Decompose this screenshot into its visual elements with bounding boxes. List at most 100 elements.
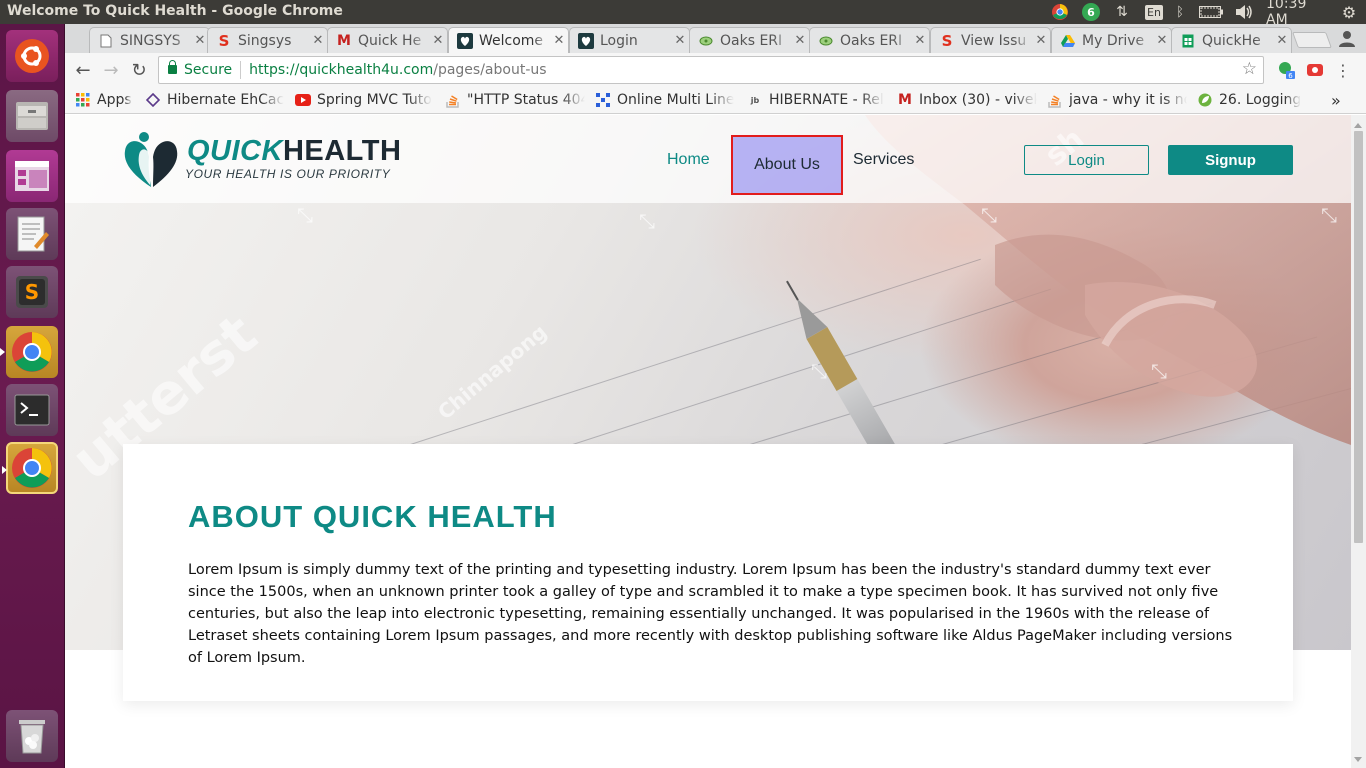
browser-toolbar: ← → ↻ Secure https://quickhealth4u.com /… (65, 53, 1366, 86)
profile-icon[interactable] (1337, 28, 1357, 48)
terminal-icon[interactable] (6, 384, 58, 436)
notification-badge[interactable]: 6 (1081, 2, 1101, 22)
expand-icon: ⤡ (639, 209, 655, 233)
tab-close-icon[interactable]: ✕ (550, 33, 568, 48)
signup-button[interactable]: Signup (1168, 145, 1293, 175)
forward-arrow-icon[interactable]: → (99, 58, 123, 82)
tab-close-icon[interactable]: ✕ (1153, 33, 1171, 48)
bookmark-item[interactable]: jb HIBERNATE - Rel (747, 90, 887, 110)
tab[interactable]: S View Issu ✕ (930, 27, 1051, 53)
logo-quick: QUICK (187, 135, 283, 167)
url-origin: https://quickhealth4u.com (249, 62, 434, 78)
tab-close-icon[interactable]: ✕ (429, 33, 447, 48)
bookmark-item[interactable]: Hibernate EhCac (145, 90, 285, 110)
chrome-tray-icon[interactable] (1049, 2, 1071, 22)
expand-icon: ⤡ (1321, 203, 1337, 227)
record-extension-icon[interactable] (1303, 58, 1327, 82)
tab-close-icon[interactable]: ✕ (911, 33, 929, 48)
expand-icon: ⤡ (297, 203, 313, 227)
quickhealth-icon (578, 32, 594, 49)
nav-home[interactable]: Home (667, 151, 710, 169)
bookmark-item[interactable]: M Inbox (30) - vivek (897, 90, 1037, 110)
tab-close-icon[interactable]: ✕ (1032, 33, 1050, 48)
jboss-icon: jb (750, 95, 760, 105)
quickhealth-logo-icon[interactable] (123, 131, 179, 189)
bookmark-item[interactable]: 26. Logging (1197, 90, 1323, 110)
tab-close-icon[interactable]: ✕ (791, 33, 809, 48)
s-icon: S (941, 31, 953, 50)
secure-label: Secure (184, 62, 233, 78)
tab[interactable]: S Singsys ✕ (207, 27, 328, 53)
reload-icon[interactable]: ↻ (127, 58, 151, 82)
site-header: QUICKHEALTH YOUR HEALTH IS OUR PRIORITY … (65, 115, 1351, 203)
login-button[interactable]: Login (1024, 145, 1149, 175)
keyboard-layout-indicator[interactable]: En (1143, 2, 1165, 22)
scroll-down-arrow-icon[interactable] (1354, 757, 1362, 766)
grid-icon (595, 92, 611, 108)
divider (240, 61, 242, 79)
expand-icon: ⤡ (1151, 359, 1167, 383)
tab-strip: SINGSYS ✕ S Singsys ✕ M Quick He ✕ Welco… (65, 24, 1366, 53)
tab-active[interactable]: Welcome ✕ (448, 27, 569, 53)
tab[interactable]: M Quick He ✕ (327, 27, 448, 53)
chrome-launcher-icon[interactable] (0, 326, 58, 378)
sublime-text-icon[interactable]: S (6, 266, 58, 318)
page-scrollbar[interactable] (1351, 115, 1366, 768)
bookmark-item[interactable]: Spring MVC Tuto (295, 90, 435, 110)
about-paragraph: Lorem Ipsum is simply dummy text of the … (188, 562, 1233, 666)
bookmarks-overflow-button[interactable]: » (1331, 90, 1347, 110)
battery-icon[interactable] (1197, 2, 1225, 22)
volume-icon[interactable] (1233, 2, 1255, 22)
quickhealth-icon (457, 32, 473, 49)
new-tab-button[interactable] (1292, 32, 1332, 48)
stackoverflow-icon (445, 92, 461, 108)
drive-icon (1060, 33, 1076, 49)
scroll-up-arrow-icon[interactable] (1354, 119, 1362, 128)
tab[interactable]: Oaks ERI ✕ (689, 27, 810, 53)
site-tagline: YOUR HEALTH IS OUR PRIORITY (185, 167, 391, 181)
back-arrow-icon[interactable]: ← (71, 58, 95, 82)
bookmark-item[interactable]: java - why it is no (1047, 90, 1187, 110)
gmail-icon: M (898, 92, 912, 108)
tab[interactable]: Login ✕ (569, 27, 690, 53)
scroll-thumb[interactable] (1354, 131, 1363, 543)
tab[interactable]: QuickHe ✕ (1171, 27, 1292, 53)
tab[interactable]: My Drive ✕ (1051, 27, 1172, 53)
clock[interactable]: 10:39 AM (1266, 0, 1332, 28)
network-arrows-icon[interactable]: ⇅ (1111, 2, 1133, 22)
bookmark-apps[interactable]: Apps (75, 90, 139, 110)
extension-icon[interactable]: 6 (1274, 58, 1298, 82)
files-icon[interactable] (6, 90, 58, 142)
svg-text:6: 6 (1288, 72, 1293, 80)
tab[interactable]: SINGSYS ✕ (89, 27, 210, 53)
top-panel: Welcome To Quick Health - Google Chrome … (0, 0, 1366, 28)
unity-launcher: S (0, 24, 65, 768)
bookmark-item[interactable]: "HTTP Status 404 (445, 90, 585, 110)
nav-services[interactable]: Services (853, 151, 914, 169)
tab-close-icon[interactable]: ✕ (671, 33, 689, 48)
tab-close-icon[interactable]: ✕ (309, 33, 327, 48)
nav-about-us[interactable]: About Us (731, 135, 843, 195)
expand-icon: ⤡ (811, 359, 827, 383)
tab[interactable]: Oaks ERI ✕ (809, 27, 930, 53)
page-viewport: utterst Chinnapong sh QUICKHEALTH YOUR H… (65, 115, 1366, 768)
trash-icon[interactable] (6, 710, 58, 762)
about-section: ABOUT QUICK HEALTH Lorem Ipsum is simply… (123, 444, 1293, 701)
browser-window: SINGSYS ✕ S Singsys ✕ M Quick He ✕ Welco… (65, 24, 1366, 768)
address-bar[interactable]: Secure https://quickhealth4u.com /pages/… (158, 56, 1264, 84)
bookmark-icon (145, 92, 161, 108)
oaks-icon (818, 33, 834, 49)
apps-icon (75, 92, 91, 108)
bookmark-item[interactable]: Online Multi Line (595, 90, 737, 110)
text-editor-icon[interactable] (6, 208, 58, 260)
site-logo-text[interactable]: QUICKHEALTH (187, 135, 401, 168)
ubuntu-dash-icon[interactable] (6, 30, 58, 82)
settings-gear-icon[interactable]: ⚙ (1339, 2, 1359, 22)
workspace-switcher-icon[interactable] (6, 150, 58, 202)
window-title: Welcome To Quick Health - Google Chrome (7, 3, 343, 19)
bluetooth-icon[interactable]: ᛒ (1172, 2, 1188, 22)
menu-kebab-icon[interactable]: ⋮ (1331, 58, 1355, 82)
tab-close-icon[interactable]: ✕ (1273, 33, 1291, 48)
bookmark-star-icon[interactable]: ☆ (1242, 59, 1257, 79)
chrome-active-launcher-icon[interactable] (2, 442, 58, 494)
